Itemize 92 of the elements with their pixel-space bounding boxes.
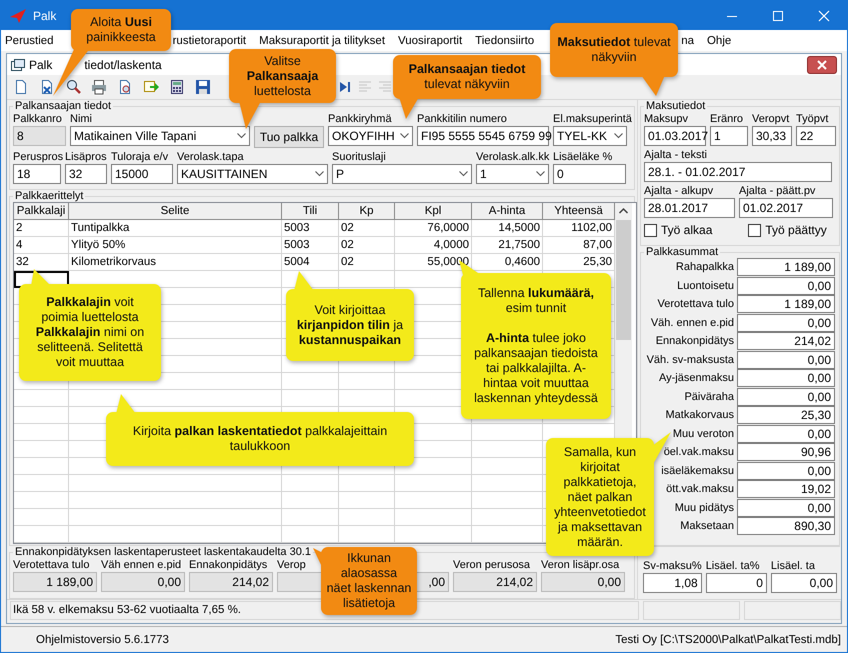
table-cell: 4 [14,237,69,254]
table-cell: 2 [14,220,69,237]
group-label: Palkansaajan tiedot [14,100,112,112]
table-cell: 02 [339,220,395,237]
amount-field: 0,00 [737,462,835,480]
amount-field: 0,00 [737,350,835,369]
field-label: Ajalta - teksti [644,148,707,162]
field-label: El.maksuperintä [553,112,632,126]
table-cell: 76,0000 [395,220,472,237]
readonly-field: 0,00 [541,572,625,592]
field-label: Veron lisäpr.osa [541,558,620,572]
table-cell: 4,0000 [395,237,472,254]
amount-field: 0,00 [737,276,835,295]
field-label: Pankkitilin numero [417,112,507,126]
field-label: Verotettava tulo [13,558,90,572]
field-label: Muu veroton [672,428,735,440]
readonly-field: 1 189,00 [13,572,97,592]
amount-field: 0,00 [737,498,835,517]
group-label: Ennakonpidätyksen laskentaperusteet laskentakaudelta 30.1 [14,546,312,558]
field-label: Ajalta - alkupv [644,184,714,198]
field-label: Verolask.tapa [177,150,244,164]
field-label: Ennakonpidätys [189,558,268,572]
field-label: Nimi [70,112,92,126]
amount-field: 1 189,00 [737,295,835,314]
field-label: Väh. ennen e.pid [650,316,735,329]
field-label: Lisäeläke % [553,150,612,164]
field-label: Maksupv [644,112,688,126]
field-label: Verop [277,558,306,572]
field-label: Veropvt [752,112,790,126]
help-tooltip: Voit kirjoittaa kirjanpidon tilin ja kustannuspaikan [286,271,414,361]
field-label: Väh ennen e.pid [101,558,182,572]
table-cell: 21,7500 [472,237,543,254]
group-label: Palkkaerittelyt [14,190,84,202]
field-label: Palkkanro [13,112,62,126]
amount-field: 1 189,00 [737,258,835,276]
amount-field: 0,00 [737,369,835,388]
help-tooltip: Maksutiedot tulevat näkyviin [550,23,678,96]
table-cell: 5003 [282,220,339,237]
help-tooltip: Kirjoita palkan laskentatiedot palkkalajeittain taulukkoon [106,394,414,466]
field-label: Lisäpros [65,150,107,164]
field-label: Pankkiryhmä [328,112,392,126]
database-path: Testi Oy [C:\TS2000\Palkat\PalkatTesti.mdb] [615,634,841,646]
checkbox-label: Työ päättyy [765,223,827,237]
table-cell: 02 [339,237,395,254]
field-label: Ennakonpidätys [654,335,735,348]
field-label: Rahapalkka [674,261,735,274]
amount-field: 890,30 [737,517,835,536]
table-cell: Tuntipalkka [69,220,282,237]
help-tooltip: Ikkunan alaosassa näet laskennan lisätietoja [313,547,417,615]
field-label: Ajalta - päätt.pv [739,184,816,198]
field-label: Työpvt [796,112,828,126]
amount-field: 214,02 [737,332,835,350]
field-label: ött.vak.maksu [665,483,735,496]
field-label: öel.vak.maksu [662,446,735,458]
field-label: Verolask.alk.kk [476,150,550,164]
amount-field: 0,00 [737,424,835,443]
field-label: Luontoisetu [676,280,735,292]
readonly-field: 214,02 [189,572,273,592]
field-label: Ay-jäsenmaksu [658,372,735,384]
amount-field: 90,96 [737,443,835,462]
group-label: Palkkasummat [645,246,720,258]
field-label: Sv-maksu% [643,559,702,573]
field-label: Muu pidätys [674,502,735,514]
field-label: Verotettava tulo [656,298,735,310]
amount-field: 25,30 [737,406,835,424]
table-cell: 5003 [282,237,339,254]
checkbox-label: Työ alkaa [661,223,712,237]
field-label: Veron perusosa [453,558,530,572]
amount-field: 0,00 [737,388,835,406]
field-label: Väh. sv-maksusta [646,354,735,366]
field-label: Matkakorvaus [664,409,735,422]
field-label: Lisäel. ta% [706,559,760,573]
field-label: Eränro [710,112,744,126]
table-cell: Ylityö 50% [69,237,282,254]
field-label: Päiväraha [683,390,735,403]
amount-field: 19,02 [737,480,835,498]
table-cell: 14,5000 [472,220,543,237]
child-window-title: tiedot/laskenta [84,58,162,72]
field-label: Lisäel. ta [770,559,815,573]
field-label: Suorituslaji [332,150,386,164]
help-tooltip: Palkkalajin voit poimia luettelosta Palkkalajin nimi on selitteenä. Selitettä voit muuttaa [19,269,161,381]
field-label: Tuloraja e/v [111,150,168,164]
readonly-field: 0,00 [101,572,185,592]
field-label: Peruspros [13,150,64,164]
window-title: Palk [33,8,56,22]
field-label: Maksetaan [679,520,735,532]
readonly-field: 214,02 [453,572,537,592]
field-label: isäeläkemaksu [660,464,735,477]
amount-field: 0,00 [737,314,835,332]
child-window-title: Palk [29,58,52,72]
version-text: Ohjelmistoversio 5.6.1773 [36,634,169,646]
group-label: Maksutiedot [645,100,706,112]
